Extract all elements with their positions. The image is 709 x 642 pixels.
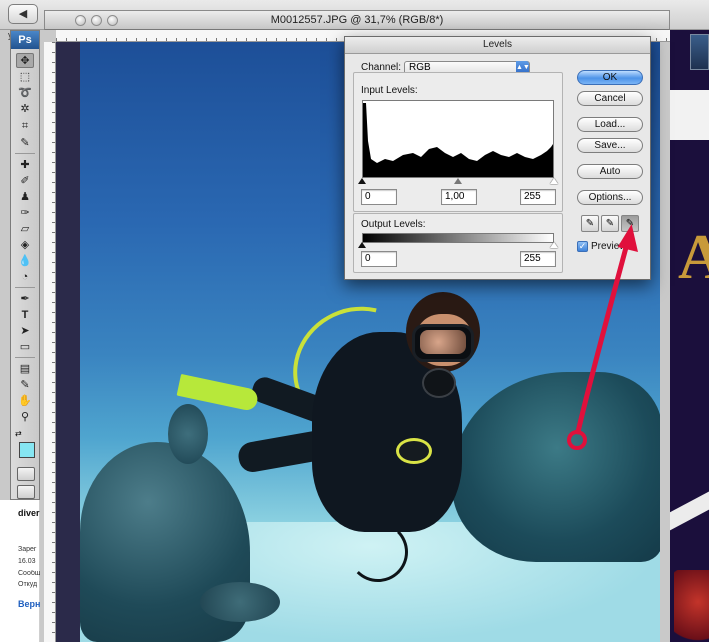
preview-label: Preview [591,241,627,252]
minimize-window-button[interactable] [91,15,102,26]
history-brush-icon[interactable]: ✑ [16,205,34,220]
screen-mode-button[interactable] [17,485,35,499]
vertical-ruler[interactable] [44,42,56,642]
gray-eyedropper-icon[interactable]: ✎ [601,215,619,232]
shape-icon[interactable]: ▭ [16,339,34,354]
background-web-page: A [670,30,709,642]
dialog-title: Levels [345,37,650,54]
type-icon[interactable]: T [16,307,34,322]
gauge-cable [348,522,408,582]
back-arrow-icon: ◀ [18,8,28,20]
eraser-icon[interactable]: ▱ [16,221,34,236]
healing-icon[interactable]: ✚ [16,157,34,172]
save-button[interactable]: Save... [577,138,643,153]
decorative-graphic [674,570,709,642]
tool-separator [15,357,35,358]
mask-glass [420,330,466,354]
dive-gauge [396,438,432,464]
background-forum-post: diver Зарег 16.03 Сообщ Откуд Верн [0,500,40,642]
tool-separator [15,153,35,154]
input-slider[interactable] [358,178,558,188]
output-white-handle[interactable] [550,242,558,248]
levels-dialog[interactable]: Levels Channel: RGB ▲▼ Input Levels: 0 1… [344,36,651,280]
document-title: M0012557.JPG @ 31,7% (RGB/8*) [270,14,444,26]
output-black-field[interactable]: 0 [361,251,397,267]
decorative-band [670,479,709,537]
marquee-icon[interactable]: ⬚ [16,69,34,84]
coral-small [168,404,208,464]
pen-icon[interactable]: ✒ [16,291,34,306]
load-button[interactable]: Load... [577,117,643,132]
gamma-handle[interactable] [454,178,462,184]
tool-separator [15,287,35,288]
paint-bucket-icon[interactable]: ◈ [16,237,34,252]
post-meta-date: 16.03 [18,558,36,565]
canvas-margin [56,42,80,642]
path-select-icon[interactable]: ➤ [16,323,34,338]
regulator [422,368,456,398]
quick-mask-button[interactable] [17,467,35,481]
input-white-field[interactable]: 255 [520,189,556,205]
output-white-field[interactable]: 255 [520,251,556,267]
post-author[interactable]: diver [18,508,40,518]
coral-bottom [200,582,280,622]
white-eyedropper-icon[interactable]: ✎ [621,215,639,232]
preview-checkbox[interactable]: ✓ [577,241,588,252]
brush-icon[interactable]: ✐ [16,173,34,188]
move-icon[interactable]: ✥ [16,53,34,68]
swap-colors-icon[interactable]: ⇄ [15,429,22,438]
thumbnail-image [690,34,709,70]
black-eyedropper-icon[interactable]: ✎ [581,215,599,232]
back-to-top-link[interactable]: Верн [18,599,40,609]
crop-icon[interactable]: ⌗ [16,119,34,134]
zoom-icon[interactable]: ⚲ [16,409,34,424]
black-point-handle[interactable] [358,178,366,184]
ok-button[interactable]: OK [577,70,643,85]
hand-icon[interactable]: ✋ [16,393,34,408]
post-meta-location: Откуд [18,581,38,588]
post-meta-registered: Зарег [18,546,37,553]
auto-button[interactable]: Auto [577,164,643,179]
tools-panel: Ps ✥ ⬚ ➰ ✲ ⌗ ✎ ✚ ✐ ♟ ✑ ▱ ◈ 💧 ◔ ✒ T ➤ ▭ ▤… [10,30,40,500]
zoom-window-button[interactable] [107,15,118,26]
blur-icon[interactable]: 💧 [16,253,34,268]
options-button[interactable]: Options... [577,190,643,205]
lasso-icon[interactable]: ➰ [16,85,34,100]
magic-wand-icon[interactable]: ✲ [16,101,34,116]
post-meta-messages: Сообщ [18,570,40,577]
white-point-handle[interactable] [550,178,558,184]
back-button[interactable]: ◀ [8,4,38,24]
histogram-graph [363,103,553,177]
coral-right [452,372,660,562]
input-levels-label: Input Levels: [361,85,418,96]
cancel-button[interactable]: Cancel [577,91,643,106]
eyedropper-icon[interactable]: ✎ [16,135,34,150]
dodge-icon[interactable]: ◔ [16,269,34,284]
photoshop-logo[interactable]: Ps [11,31,39,49]
close-window-button[interactable] [75,15,86,26]
logo-letter-graphic: A [678,221,709,292]
output-black-handle[interactable] [358,242,366,248]
document-title-bar[interactable]: M0012557.JPG @ 31,7% (RGB/8*) [44,10,670,30]
output-levels-label: Output Levels: [361,219,426,230]
stamp-icon[interactable]: ♟ [16,189,34,204]
input-black-field[interactable]: 0 [361,189,397,205]
foreground-color-swatch[interactable] [19,442,35,458]
white-banner [670,90,709,140]
eyedropper-icon[interactable]: ✎ [16,377,34,392]
input-gamma-field[interactable]: 1,00 [441,189,477,205]
notes-icon[interactable]: ▤ [16,361,34,376]
histogram [362,100,554,178]
